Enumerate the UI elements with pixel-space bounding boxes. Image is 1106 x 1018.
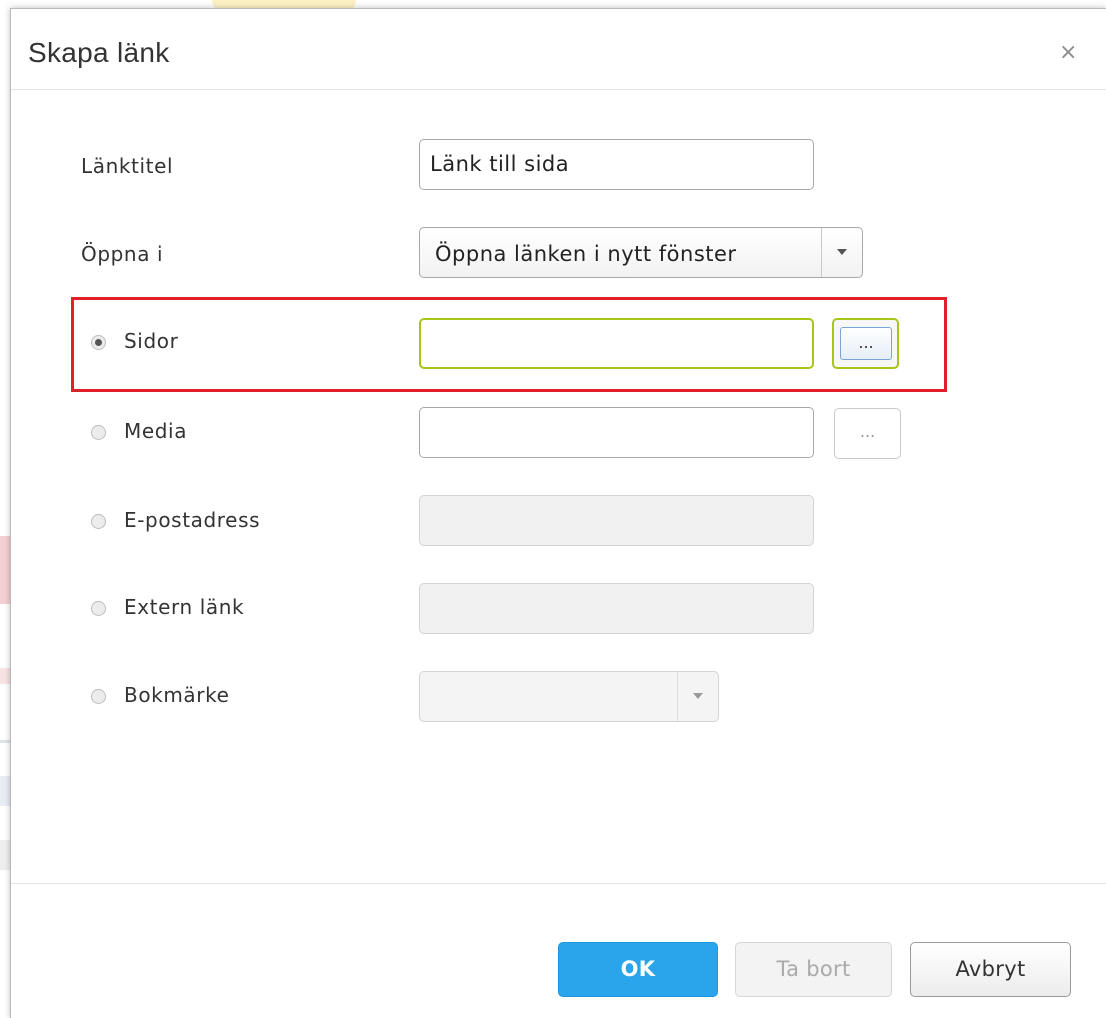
open-in-selected-value: Öppna länken i nytt fönster (435, 242, 737, 266)
dialog-footer: OK Ta bort Avbryt (11, 883, 1106, 1018)
link-title-label: Länktitel (81, 154, 174, 178)
cancel-button[interactable]: Avbryt (910, 942, 1071, 997)
dialog-header: Skapa länk × (11, 9, 1106, 90)
external-link-input[interactable] (419, 583, 814, 634)
chevron-down-icon (837, 249, 847, 255)
open-in-label: Öppna i (81, 242, 164, 266)
open-in-select[interactable]: Öppna länken i nytt fönster (419, 227, 863, 278)
bookmark-radio[interactable] (91, 689, 106, 704)
open-in-dropdown-toggle[interactable] (821, 228, 862, 277)
background-accent (0, 740, 10, 743)
remove-button[interactable]: Ta bort (735, 942, 892, 997)
media-radio[interactable] (91, 425, 106, 440)
close-icon[interactable]: × (1059, 42, 1077, 64)
pages-browse-label: ... (840, 327, 892, 360)
background-accent (0, 668, 10, 684)
external-link-radio[interactable] (91, 601, 106, 616)
bookmark-label: Bokmärke (124, 683, 230, 707)
email-radio[interactable] (91, 514, 106, 529)
background-accent (0, 536, 10, 604)
create-link-dialog: Skapa länk × Länktitel Länk till sida Öp… (10, 8, 1106, 1018)
background-accent (0, 840, 10, 870)
link-title-input[interactable]: Länk till sida (419, 139, 814, 190)
email-input[interactable] (419, 495, 814, 546)
ok-button[interactable]: OK (558, 942, 718, 997)
pages-browse-button[interactable]: ... (832, 318, 899, 369)
pages-input[interactable] (419, 318, 814, 369)
external-link-label: Extern länk (124, 595, 245, 619)
email-label: E-postadress (124, 508, 261, 532)
media-label: Media (124, 419, 188, 443)
pages-label: Sidor (124, 329, 179, 353)
media-input[interactable] (419, 407, 814, 458)
pages-radio[interactable] (91, 335, 106, 350)
bookmark-select[interactable] (419, 671, 719, 722)
background-accent (0, 776, 10, 806)
chevron-down-icon (693, 693, 703, 699)
bookmark-dropdown-toggle[interactable] (677, 672, 718, 721)
dialog-title: Skapa länk (28, 37, 170, 68)
media-browse-button[interactable]: ... (834, 408, 901, 459)
